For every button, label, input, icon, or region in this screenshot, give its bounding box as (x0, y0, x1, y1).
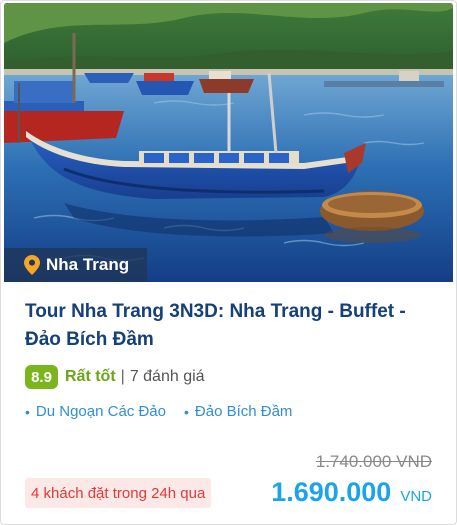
original-price: 1.740.000 VND (315, 452, 432, 471)
rating-row: 8.9 Rất tốt | 7 đánh giá (25, 364, 205, 390)
tour-tag[interactable]: • Đảo Bích Đầm (184, 403, 292, 420)
rating-score-badge: 8.9 (25, 365, 58, 389)
tour-photo[interactable] (4, 3, 453, 282)
current-price: 1.690.000 VND (271, 477, 432, 508)
tour-tags: • Du Ngoạn Các Đảo • Đảo Bích Đầm (25, 403, 310, 420)
location-tag: Nha Trang (4, 248, 148, 282)
tour-tag-label: Du Ngoạn Các Đảo (35, 403, 166, 420)
rating-label: Rất tốt (65, 368, 116, 385)
bullet-dot-icon: • (25, 403, 30, 420)
tour-tag[interactable]: • Du Ngoạn Các Đảo (25, 403, 166, 420)
price-amount: 1.690.000 (271, 477, 392, 507)
price-currency: VND (400, 488, 432, 505)
review-count[interactable]: 7 đánh giá (130, 368, 205, 386)
tour-card[interactable]: Nha Trang Tour Nha Trang 3N3D: Nha Trang… (0, 0, 457, 525)
map-pin-icon (24, 255, 40, 275)
tour-title[interactable]: Tour Nha Trang 3N3D: Nha Trang - Buffet … (25, 298, 435, 354)
location-label: Nha Trang (46, 255, 130, 274)
booked-notice-badge: 4 khách đặt trong 24h qua (25, 478, 212, 508)
bullet-dot-icon: • (183, 403, 189, 420)
tour-tag-label: Đảo Bích Đầm (194, 403, 293, 420)
rating-separator: | (120, 368, 125, 385)
